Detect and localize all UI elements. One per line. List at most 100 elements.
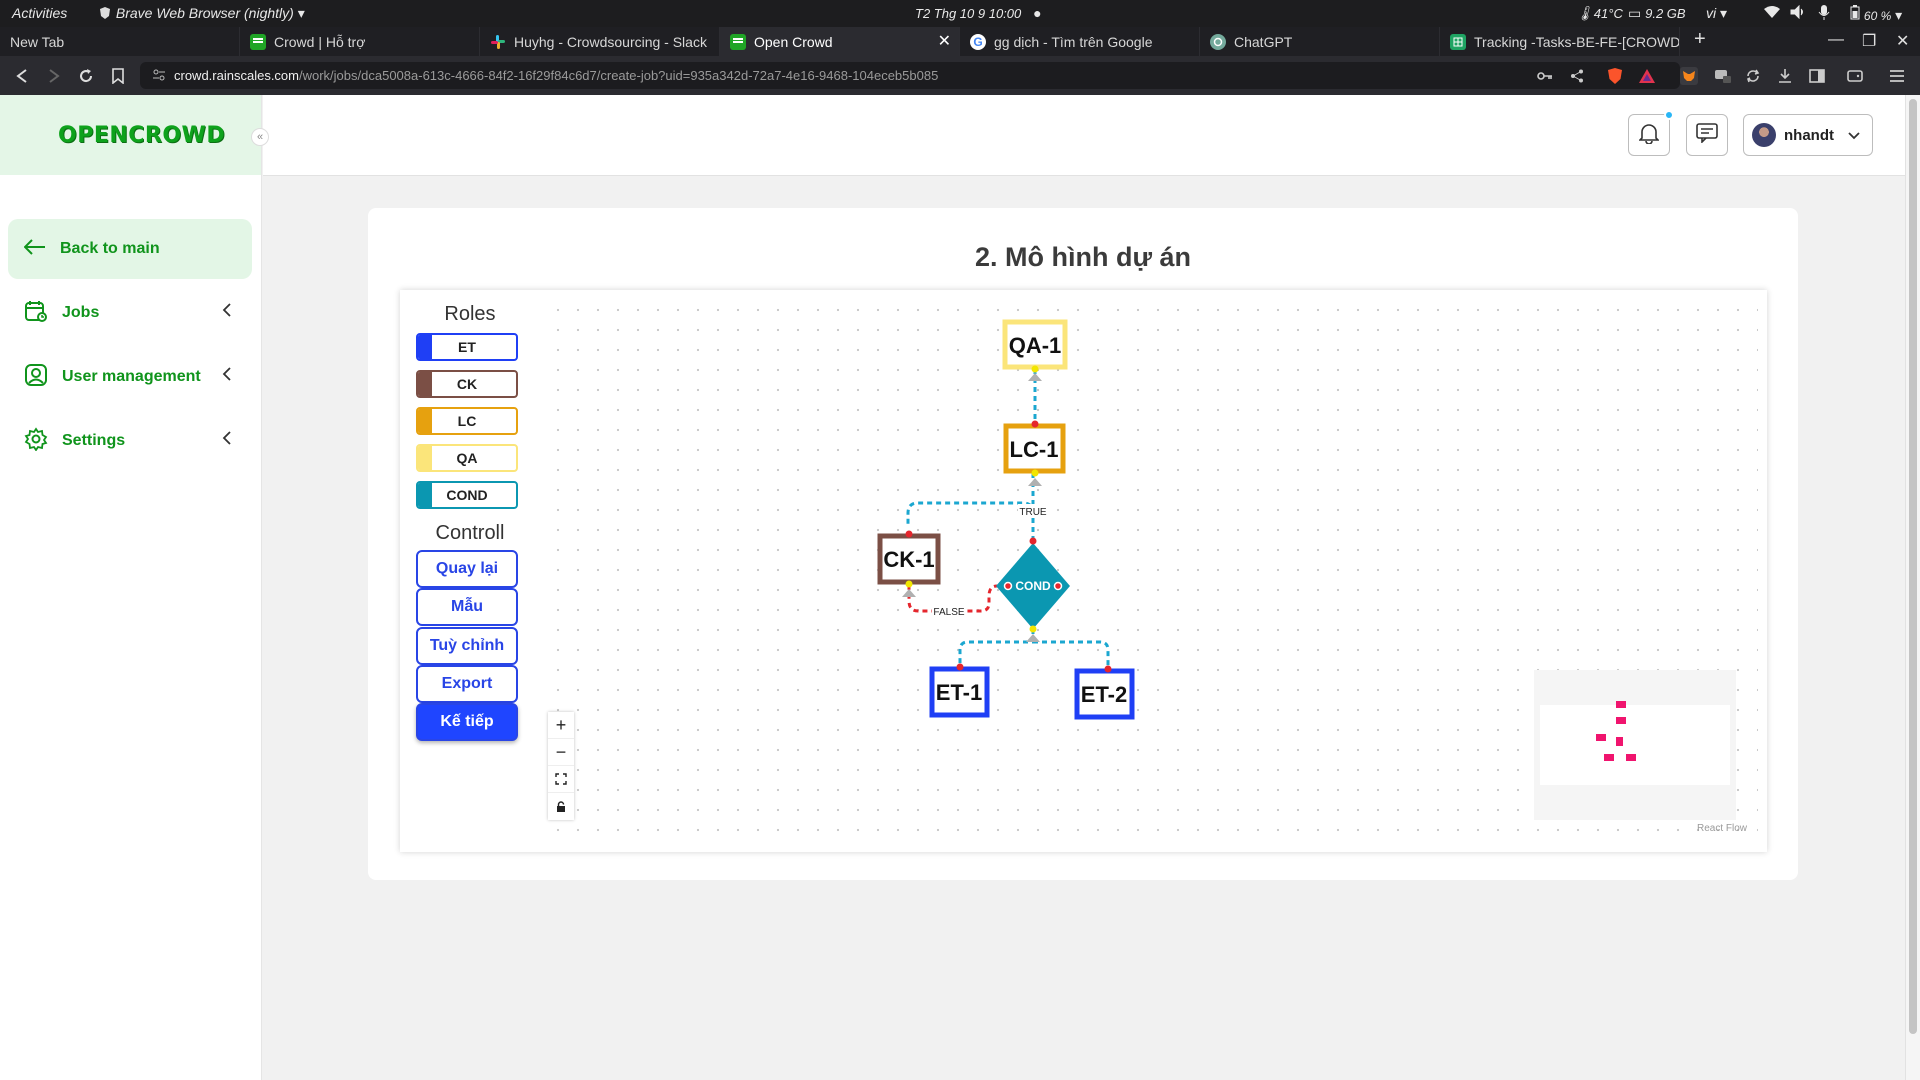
extension-icon[interactable] [1714, 67, 1732, 85]
clock[interactable]: T2 Thg 10 9 10:00 ● [915, 5, 1042, 21]
system-top-bar: Activities Brave Web Browser (nightly) ▾… [0, 0, 1920, 27]
key-icon[interactable] [1536, 67, 1554, 85]
sidebar-collapse-button[interactable]: « [251, 128, 269, 146]
svg-text:LC-1: LC-1 [1010, 437, 1059, 462]
app-name: Brave Web Browser (nightly) [115, 5, 294, 21]
node-ck-1[interactable]: CK-1 [877, 530, 941, 598]
download-icon[interactable] [1776, 67, 1794, 85]
activities-button[interactable]: Activities [12, 5, 67, 21]
node-handle[interactable] [1104, 665, 1112, 673]
node-cond[interactable]: COND [996, 537, 1070, 643]
messages-button[interactable] [1686, 114, 1728, 156]
node-handle[interactable] [1053, 581, 1063, 591]
node-handle[interactable] [1031, 420, 1039, 428]
volume-icon[interactable] [1790, 4, 1806, 22]
tab-google[interactable]: G gg dịch - Tìm trên Google [960, 27, 1200, 56]
notifications-button[interactable] [1628, 110, 1674, 156]
metamask-icon[interactable] [1680, 67, 1698, 85]
wallet-icon[interactable] [1846, 67, 1864, 85]
sidebar-item-jobs[interactable]: Jobs [8, 283, 252, 343]
brand-logo[interactable]: OPENCROWD [0, 95, 261, 175]
node-handle[interactable] [1029, 537, 1037, 545]
page-title: 2. Mô hình dự án [974, 242, 1192, 272]
tab-new-tab[interactable]: New Tab [0, 27, 240, 56]
arrow-up-icon [1028, 373, 1042, 381]
datetime: T2 Thg 10 9 10:00 [915, 6, 1022, 21]
url-input[interactable]: crowd.rainscales.com/work/jobs/dca5008a-… [140, 62, 1680, 89]
svg-text:ET-2: ET-2 [1081, 682, 1127, 707]
svg-text:QA-1: QA-1 [1009, 333, 1062, 358]
tab-tracking-sheet[interactable]: Tracking -Tasks-BE-FE-[CROWD] - Goo [1440, 27, 1680, 56]
svg-text:COND: COND [1015, 579, 1051, 593]
node-handle[interactable] [905, 580, 913, 588]
user-icon [24, 363, 48, 392]
bookmark-icon[interactable] [108, 66, 128, 86]
google-favicon: G [970, 33, 986, 50]
sidebar-item-settings[interactable]: Settings [8, 411, 252, 471]
node-handle[interactable] [1031, 365, 1039, 373]
avatar [1752, 123, 1776, 147]
bell-icon [1638, 122, 1660, 149]
edge-label-true: TRUE [1019, 507, 1047, 518]
notification-dot-icon: ● [1033, 5, 1042, 21]
memory-indicator: ▭ 9.2 GB [1628, 5, 1686, 21]
opencrowd-favicon [730, 33, 746, 50]
minimize-icon[interactable]: — [1828, 31, 1844, 49]
tab-open-crowd[interactable]: Open Crowd ✕ [720, 27, 960, 56]
chevron-left-icon [222, 367, 232, 386]
forward-icon[interactable] [44, 66, 64, 86]
user-menu-button[interactable]: nhandt [1743, 114, 1873, 156]
sidebar-item-back-to-main[interactable]: Back to main [8, 219, 252, 279]
node-qa-1[interactable]: QA-1 [1002, 319, 1068, 381]
node-handle[interactable] [1031, 469, 1039, 477]
temperature-indicator: 🌡41°C [1576, 5, 1623, 21]
language-indicator[interactable]: vi ▾ [1706, 5, 1727, 22]
reload-icon[interactable] [76, 66, 96, 86]
node-handle[interactable] [956, 663, 964, 671]
scrollbar-thumb[interactable] [1909, 99, 1917, 1034]
web-page: OPENCROWD « Back to main Jobs User manag… [0, 95, 1920, 1080]
double-chevron-left-icon: « [256, 131, 264, 143]
edge-et1-cond[interactable] [958, 629, 1035, 665]
tab-crowd-ho-tro[interactable]: Crowd | Hỗ trợ [240, 27, 480, 56]
sidebar-item-user-management[interactable]: User management [8, 347, 252, 407]
microphone-icon[interactable] [1818, 5, 1830, 23]
brave-shields-icon[interactable] [1606, 67, 1624, 85]
node-handle[interactable] [1029, 625, 1037, 633]
tab-slack[interactable]: Huyhg - Crowdsourcing - Slack [480, 27, 720, 56]
node-et-1[interactable]: ET-1 [929, 663, 990, 718]
notification-badge [1664, 110, 1674, 120]
site-settings-icon[interactable] [152, 68, 166, 85]
memory-icon: ▭ [1628, 5, 1642, 21]
new-tab-plus-icon[interactable]: + [1694, 28, 1706, 51]
menu-hamburger-icon[interactable] [1888, 67, 1906, 85]
back-icon[interactable] [12, 66, 32, 86]
svg-text:CK-1: CK-1 [883, 547, 934, 572]
node-handle[interactable] [905, 530, 913, 538]
node-lc-1[interactable]: LC-1 [1003, 420, 1066, 487]
flow-editor: Roles ET CK LC QA COND Controll Quay lại… [400, 290, 1767, 852]
close-tab-icon[interactable]: ✕ [938, 31, 951, 51]
sidebar-toggle-icon[interactable] [1808, 67, 1826, 85]
app-menu[interactable]: Brave Web Browser (nightly) ▾ [98, 5, 305, 23]
page-scrollbar[interactable] [1905, 95, 1920, 1080]
edge-et2-cond[interactable] [1033, 640, 1110, 667]
brave-rewards-icon[interactable] [1638, 67, 1656, 85]
node-handle[interactable] [1003, 581, 1013, 591]
chat-icon [1696, 122, 1718, 148]
arrow-up-icon [902, 589, 916, 597]
tab-chatgpt[interactable]: ChatGPT [1200, 27, 1440, 56]
share-icon[interactable] [1568, 67, 1586, 85]
close-window-icon[interactable]: ✕ [1896, 31, 1909, 51]
restore-icon[interactable]: ❐ [1862, 31, 1876, 51]
thermometer-icon: 🌡 [1576, 5, 1594, 21]
arrow-up-icon [1026, 634, 1040, 642]
wifi-icon[interactable] [1764, 5, 1780, 22]
slack-favicon [490, 34, 506, 50]
svg-text:ET-1: ET-1 [936, 680, 982, 705]
sync-icon[interactable] [1744, 67, 1762, 85]
battery-icon [1850, 5, 1860, 23]
battery-indicator[interactable]: 60 % ▾ [1850, 5, 1902, 24]
sheets-favicon [1450, 33, 1466, 50]
node-et-2[interactable]: ET-2 [1074, 665, 1135, 720]
